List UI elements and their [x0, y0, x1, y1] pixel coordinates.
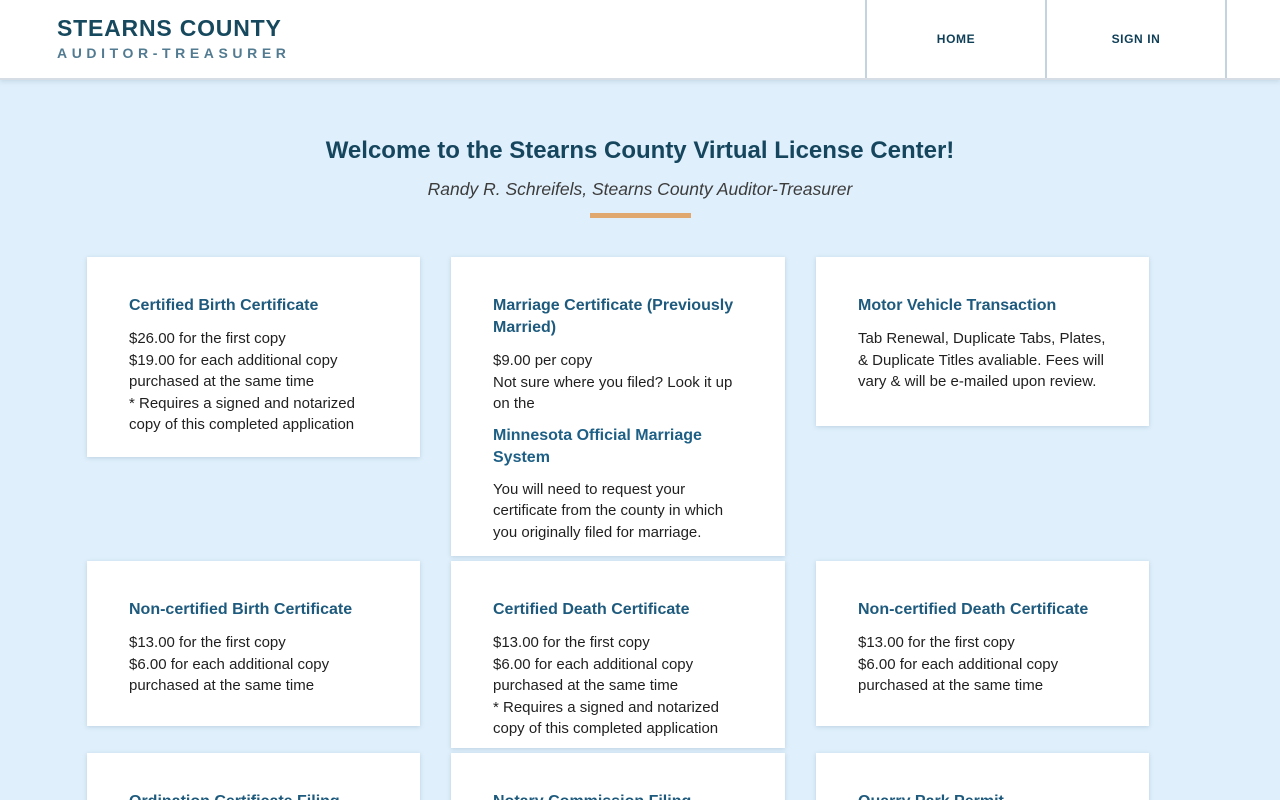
brand-name: STEARNS COUNTY [57, 15, 282, 41]
card-motor-vehicle-transaction[interactable]: Motor Vehicle Transaction Tab Renewal, D… [816, 257, 1149, 426]
service-card-grid: Certified Birth Certificate $26.00 for t… [87, 257, 1149, 800]
card-title: Notary Commission Filing [493, 791, 743, 800]
card-body-intro: $9.00 per copy Not sure where you filed?… [493, 352, 733, 412]
card-body-outro: You will need to request your certificat… [493, 480, 724, 541]
page-title: Welcome to the Stearns County Virtual Li… [325, 137, 955, 164]
main-nav: HOME SIGN IN [865, 0, 1280, 78]
app-header: STEARNS COUNTY AUDITOR-TREASURER HOME SI… [0, 0, 1280, 80]
card-title: Marriage Certificate (Previously Married… [493, 297, 734, 336]
main-content: Welcome to the Stearns County Virtual Li… [0, 136, 1280, 800]
card-certified-birth-certificate[interactable]: Certified Birth Certificate $26.00 for t… [87, 257, 420, 457]
nav-home[interactable]: HOME [865, 0, 1045, 78]
card-body: $13.00 for the first copy $6.00 for each… [493, 634, 719, 737]
card-title: Non-certified Birth Certificate [129, 601, 353, 618]
minnesota-official-marriage-system-link[interactable]: Minnesota Official Marriage System [493, 425, 743, 469]
card-title: Quarry Park Permit [858, 791, 1107, 800]
card-body: $13.00 for the first copy $6.00 for each… [858, 634, 1059, 694]
card-title: Ordination Certificate Filing [129, 791, 378, 800]
page-subtitle: Randy R. Schreifels, Stearns County Audi… [427, 179, 853, 199]
accent-divider [589, 213, 691, 218]
card-title: Non-certified Death Certificate [858, 601, 1089, 618]
card-title: Certified Death Certificate [493, 601, 690, 618]
brand-subtitle: AUDITOR-TREASURER [57, 45, 291, 61]
nav-spacer [1225, 0, 1280, 78]
card-title: Certified Birth Certificate [129, 297, 319, 314]
card-body: $13.00 for the first copy $6.00 for each… [129, 634, 330, 694]
card-certified-death-certificate[interactable]: Certified Death Certificate $13.00 for t… [451, 561, 785, 748]
card-body: $26.00 for the first copy $19.00 for eac… [129, 330, 355, 433]
card-ordination-certificate-filing[interactable]: Ordination Certificate Filing [87, 753, 420, 800]
card-quarry-park-permit[interactable]: Quarry Park Permit [816, 753, 1149, 800]
nav-sign-in[interactable]: SIGN IN [1045, 0, 1225, 78]
card-marriage-certificate[interactable]: Marriage Certificate (Previously Married… [451, 257, 785, 556]
card-noncertified-birth-certificate[interactable]: Non-certified Birth Certificate $13.00 f… [87, 561, 420, 726]
card-notary-commission-filing[interactable]: Notary Commission Filing [451, 753, 785, 800]
hero-section: Welcome to the Stearns County Virtual Li… [0, 136, 1280, 218]
brand-logo[interactable]: STEARNS COUNTY AUDITOR-TREASURER [57, 15, 291, 61]
card-noncertified-death-certificate[interactable]: Non-certified Death Certificate $13.00 f… [816, 561, 1149, 726]
card-title: Motor Vehicle Transaction [858, 297, 1057, 314]
card-body: Tab Renewal, Duplicate Tabs, Plates, & D… [858, 330, 1106, 390]
